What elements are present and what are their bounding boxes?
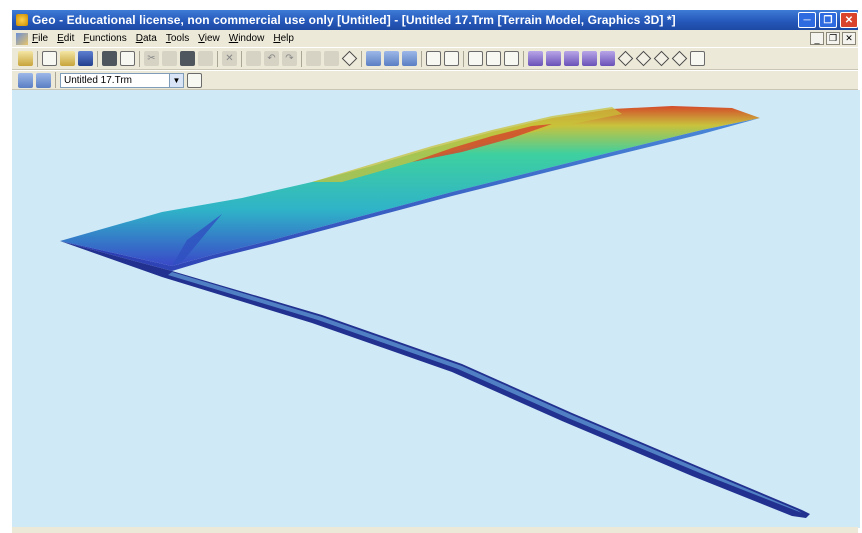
open-folder-icon[interactable] xyxy=(60,51,75,66)
menu-tools[interactable]: Tools xyxy=(166,33,189,44)
terrain-3d-render xyxy=(60,106,810,518)
menu-bar: File Edit Functions Data Tools View Wind… xyxy=(12,30,858,47)
chevron-down-icon[interactable]: ▼ xyxy=(169,73,183,87)
terrain-document-icon[interactable] xyxy=(16,32,28,45)
document-close-button[interactable]: ✕ xyxy=(842,32,856,45)
undo-icon[interactable]: ↶ xyxy=(264,51,279,66)
table-icon[interactable] xyxy=(306,51,321,66)
menu-functions[interactable]: Functions xyxy=(83,33,126,44)
menu-data[interactable]: Data xyxy=(136,33,157,44)
rotate-up-icon[interactable] xyxy=(654,51,669,66)
menu-help[interactable]: Help xyxy=(273,33,294,44)
menu-file[interactable]: File xyxy=(32,33,48,44)
rotate-left-icon[interactable] xyxy=(618,51,633,66)
window-title: Geo - Educational license, non commercia… xyxy=(32,13,676,27)
copy-icon[interactable] xyxy=(162,51,177,66)
model-window-icon[interactable] xyxy=(187,72,202,88)
document-restore-button[interactable]: ❐ xyxy=(826,32,840,45)
toolbar-separator xyxy=(241,50,242,67)
tools-icon[interactable] xyxy=(324,51,339,66)
print-preview-icon[interactable] xyxy=(120,51,135,66)
menu-edit[interactable]: Edit xyxy=(57,33,74,44)
toolbar-separator xyxy=(523,50,524,67)
paste-icon[interactable] xyxy=(180,51,195,66)
cut-icon[interactable]: ✂ xyxy=(144,51,159,66)
document-minimize-button[interactable]: _ xyxy=(810,32,824,45)
zoom-window-icon[interactable] xyxy=(468,51,483,66)
model-properties-icon[interactable] xyxy=(36,72,51,88)
model-select-value: Untitled 17.Trm xyxy=(64,74,132,86)
view-front-icon[interactable] xyxy=(528,51,543,66)
terrain-3d-viewport[interactable] xyxy=(12,90,860,528)
toolbar-separator xyxy=(301,50,302,67)
model-toolbar: Untitled 17.Trm ▼ xyxy=(12,70,858,90)
rotate-down-icon[interactable] xyxy=(672,51,687,66)
zoom-out-icon[interactable] xyxy=(504,51,519,66)
delete-icon[interactable]: ✕ xyxy=(222,51,237,66)
menu-window[interactable]: Window xyxy=(229,33,265,44)
print-icon[interactable] xyxy=(102,51,117,66)
geo-app-icon xyxy=(16,14,28,26)
new-file-icon[interactable] xyxy=(42,51,57,66)
render-settings-icon[interactable] xyxy=(690,51,705,66)
application-window: Geo - Educational license, non commercia… xyxy=(0,0,862,533)
toolbar-separator xyxy=(97,50,98,67)
view-left-icon[interactable] xyxy=(564,51,579,66)
title-bar[interactable]: Geo - Educational license, non commercia… xyxy=(12,10,858,30)
document-window-controls: _ ❐ ✕ xyxy=(810,32,856,45)
menu-view[interactable]: View xyxy=(198,33,220,44)
status-bar xyxy=(12,527,858,533)
view-back-icon[interactable] xyxy=(546,51,561,66)
terrain-profile-strip xyxy=(60,241,810,518)
model-manager-icon[interactable] xyxy=(18,72,33,88)
view-section-icon[interactable] xyxy=(384,51,399,66)
view-plan-icon[interactable] xyxy=(366,51,381,66)
toolbar-separator xyxy=(217,50,218,67)
restore-button[interactable]: ❐ xyxy=(819,12,837,28)
close-button[interactable]: ✕ xyxy=(840,12,858,28)
view-3d-icon[interactable] xyxy=(402,51,417,66)
pan-icon[interactable] xyxy=(444,51,459,66)
layer-icon[interactable] xyxy=(342,51,357,66)
redo-icon[interactable]: ↷ xyxy=(282,51,297,66)
paste-special-icon[interactable] xyxy=(198,51,213,66)
main-toolbar: ✂ ✕ ↶ ↷ xyxy=(12,47,858,70)
toolbar-separator xyxy=(55,72,56,88)
minimize-button[interactable]: ─ xyxy=(798,12,816,28)
model-select[interactable]: Untitled 17.Trm ▼ xyxy=(60,72,184,88)
toolbar-separator xyxy=(37,50,38,67)
save-icon[interactable] xyxy=(78,51,93,66)
toolbar-separator xyxy=(361,50,362,67)
toolbar-separator xyxy=(139,50,140,67)
rotate-right-icon[interactable] xyxy=(636,51,651,66)
terrain-surface xyxy=(60,106,760,266)
select-window-icon[interactable] xyxy=(426,51,441,66)
zoom-in-icon[interactable] xyxy=(486,51,501,66)
toolbar-separator xyxy=(421,50,422,67)
find-icon[interactable] xyxy=(246,51,261,66)
toolbar-separator xyxy=(463,50,464,67)
project-icon[interactable] xyxy=(18,51,33,66)
view-right-icon[interactable] xyxy=(582,51,597,66)
view-top-icon[interactable] xyxy=(600,51,615,66)
